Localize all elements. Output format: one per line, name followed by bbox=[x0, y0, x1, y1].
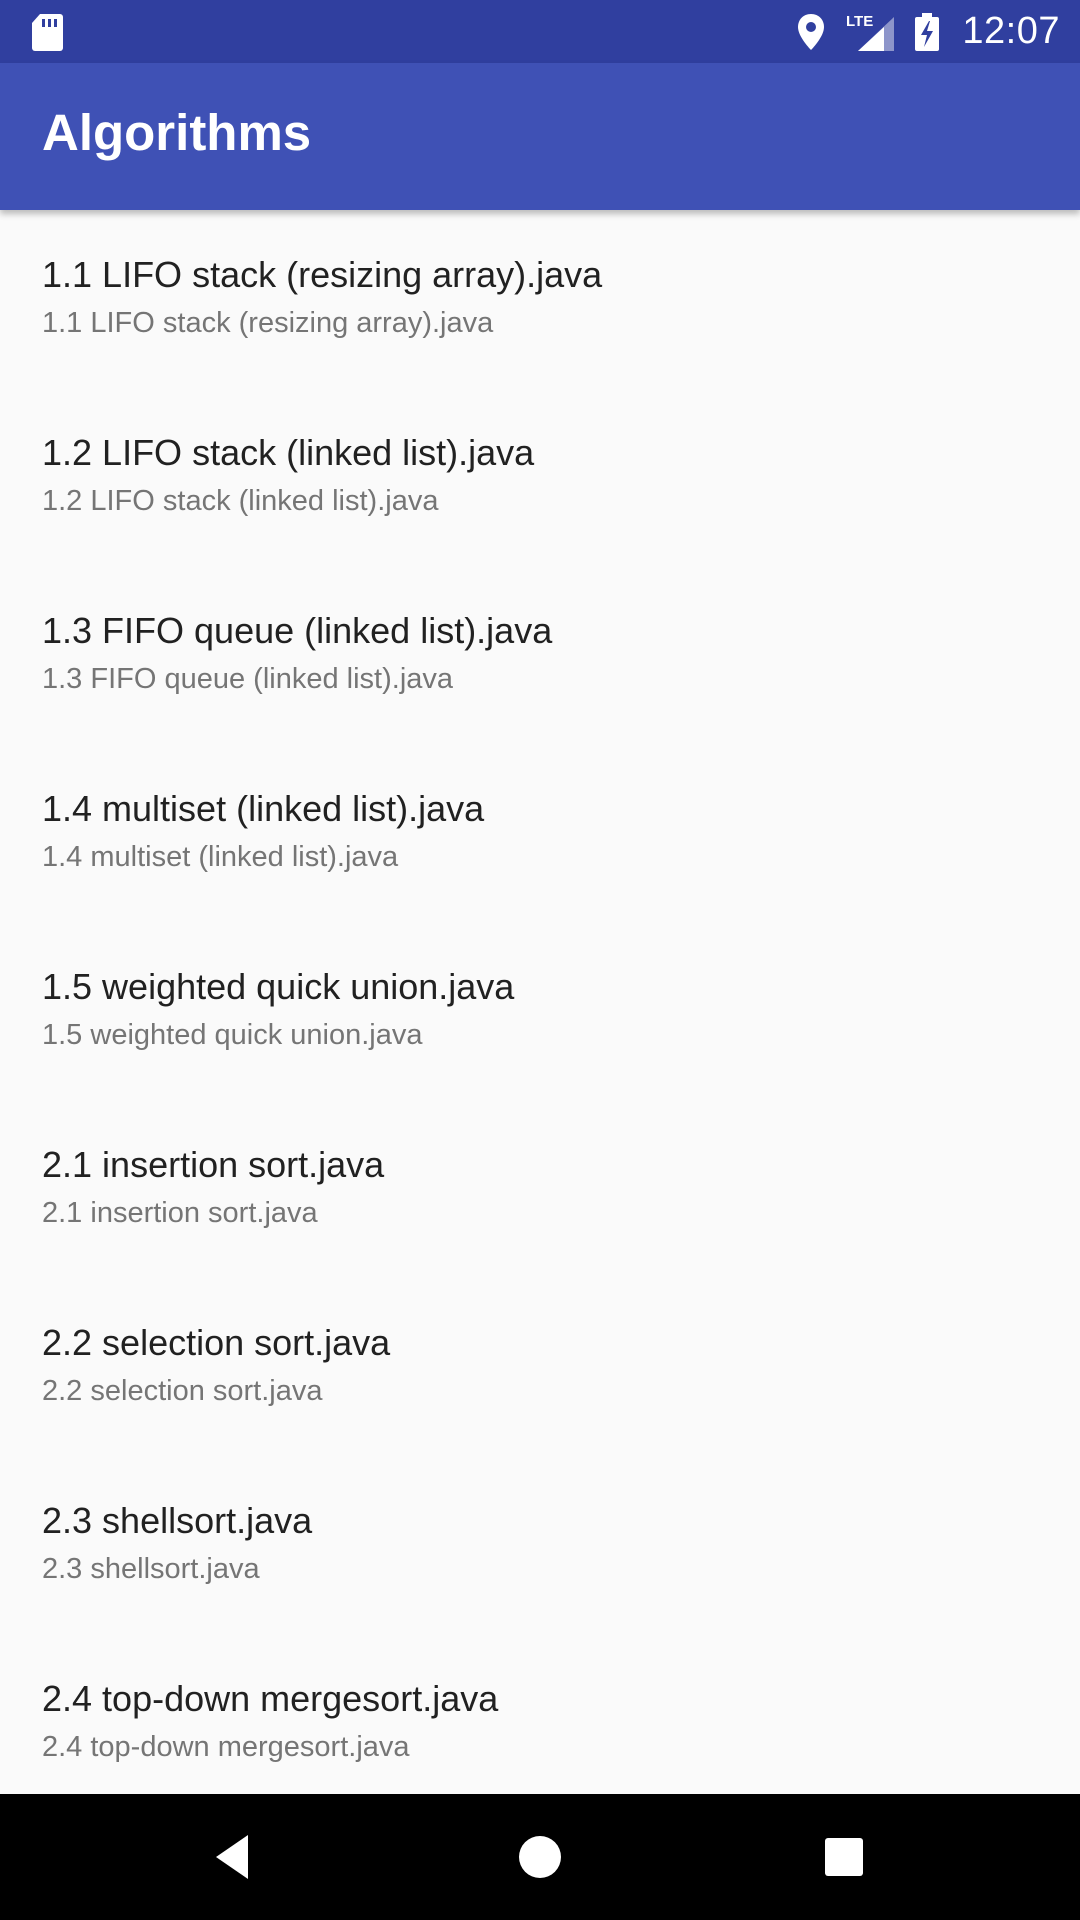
list-item-title: 2.2 selection sort.java bbox=[42, 1322, 391, 1363]
list-item-title: 2.3 shellsort.java bbox=[42, 1500, 313, 1541]
battery-charging-icon bbox=[915, 12, 940, 51]
back-icon[interactable] bbox=[206, 1827, 266, 1887]
sd-card-icon bbox=[32, 14, 63, 51]
signal-icon: LTE bbox=[846, 13, 895, 51]
list-item[interactable]: 2.4 top-down mergesort.java 2.4 top-down… bbox=[0, 1634, 1080, 1794]
list-item[interactable]: 1.1 LIFO stack (resizing array).java 1.1… bbox=[0, 210, 1080, 388]
list-item-title: 1.1 LIFO stack (resizing array).java bbox=[42, 254, 603, 295]
list-item-title: 1.4 multiset (linked list).java bbox=[42, 788, 485, 829]
network-label: LTE bbox=[846, 13, 873, 30]
app-bar: Algorithms bbox=[0, 63, 1080, 210]
list-item-title: 1.5 weighted quick union.java bbox=[42, 966, 515, 1007]
list-item[interactable]: 1.5 weighted quick union.java 1.5 weight… bbox=[0, 922, 1080, 1100]
list-item-subtitle: 1.3 FIFO queue (linked list).java bbox=[42, 663, 454, 695]
list-item-subtitle: 2.4 top-down mergesort.java bbox=[42, 1731, 410, 1763]
list-item-subtitle: 1.1 LIFO stack (resizing array).java bbox=[42, 307, 494, 339]
list-item-subtitle: 1.5 weighted quick union.java bbox=[42, 1019, 423, 1051]
location-icon bbox=[798, 13, 825, 50]
list-item-subtitle: 1.4 multiset (linked list).java bbox=[42, 841, 399, 873]
list-item-subtitle: 2.1 insertion sort.java bbox=[42, 1197, 318, 1229]
list-item[interactable]: 1.2 LIFO stack (linked list).java 1.2 LI… bbox=[0, 388, 1080, 566]
clock: 12:07 bbox=[962, 10, 1060, 52]
list-item[interactable]: 1.4 multiset (linked list).java 1.4 mult… bbox=[0, 744, 1080, 922]
navigation-bar bbox=[0, 1794, 1080, 1920]
list-item-title: 2.4 top-down mergesort.java bbox=[42, 1678, 499, 1719]
status-bar: LTE 12:07 bbox=[0, 0, 1080, 63]
list-item-subtitle: 2.3 shellsort.java bbox=[42, 1553, 260, 1585]
list-item-subtitle: 1.2 LIFO stack (linked list).java bbox=[42, 485, 439, 517]
page-title: Algorithms bbox=[42, 104, 312, 161]
status-icons: LTE 12:07 bbox=[796, 0, 1060, 63]
list-item[interactable]: 1.3 FIFO queue (linked list).java 1.3 FI… bbox=[0, 566, 1080, 744]
list-item-subtitle: 2.2 selection sort.java bbox=[42, 1375, 323, 1407]
list-item[interactable]: 2.3 shellsort.java 2.3 shellsort.java bbox=[0, 1456, 1080, 1634]
list-item-title: 1.3 FIFO queue (linked list).java bbox=[42, 610, 553, 651]
algorithm-list[interactable]: 1.1 LIFO stack (resizing array).java 1.1… bbox=[0, 210, 1080, 1794]
list-item-title: 2.1 insertion sort.java bbox=[42, 1144, 385, 1185]
home-icon[interactable] bbox=[510, 1827, 570, 1887]
recents-icon[interactable] bbox=[814, 1827, 874, 1887]
list-item[interactable]: 2.2 selection sort.java 2.2 selection so… bbox=[0, 1278, 1080, 1456]
list-item[interactable]: 2.1 insertion sort.java 2.1 insertion so… bbox=[0, 1100, 1080, 1278]
list-item-title: 1.2 LIFO stack (linked list).java bbox=[42, 432, 535, 473]
